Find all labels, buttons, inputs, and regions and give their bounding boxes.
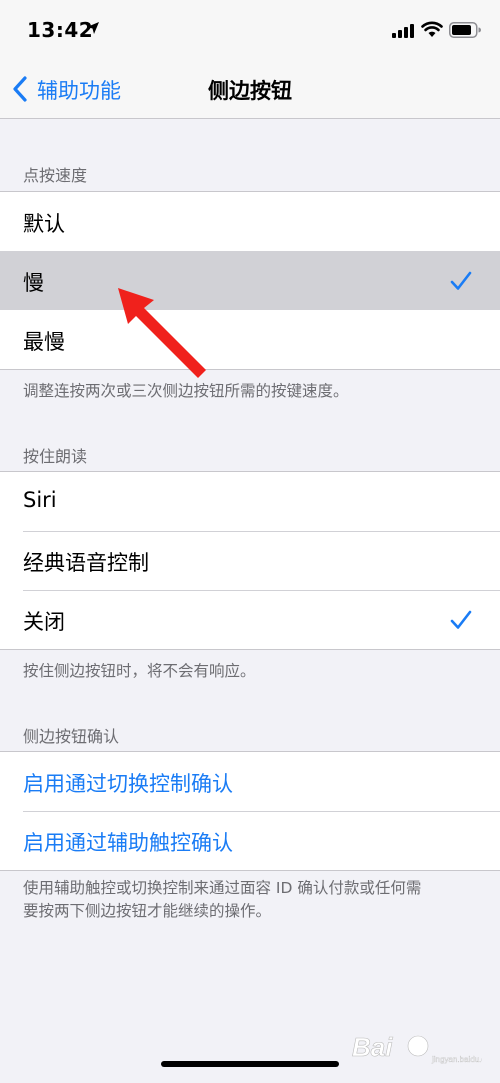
- option-label: 关闭: [23, 610, 65, 634]
- page-title: 侧边按钮: [208, 79, 292, 103]
- baidu-watermark-icon: Bai jingyan.baidu.com: [352, 1032, 482, 1064]
- option-classic-voice-control[interactable]: 经典语音控制: [0, 531, 500, 590]
- status-time: 13:42: [27, 18, 94, 42]
- press-hold-group: Siri 经典语音控制 关闭: [0, 471, 500, 650]
- checkmark-icon: [450, 271, 472, 290]
- navigation-bar: 辅助功能 侧边按钮: [0, 60, 500, 119]
- wifi-icon: [421, 21, 443, 37]
- option-default[interactable]: 默认: [0, 192, 500, 251]
- side-button-confirm-group: 启用通过切换控制确认 启用通过辅助触控确认: [0, 751, 500, 871]
- option-slow[interactable]: 慢: [0, 251, 500, 310]
- section-footer-press-hold: 按住侧边按钮时，将不会有响应。: [23, 662, 256, 680]
- tap-speed-group: 默认 慢 最慢: [0, 191, 500, 370]
- section-footer-side-button-confirm: 使用辅助触控或切换控制来通过面容 ID 确认付款或任何需 要按两下侧边按钮才能继…: [23, 877, 478, 923]
- option-label: 慢: [23, 271, 44, 295]
- home-indicator[interactable]: [161, 1061, 339, 1067]
- status-bar: 13:42: [0, 0, 500, 60]
- footer-line: 使用辅助触控或切换控制来通过面容 ID 确认付款或任何需: [23, 879, 422, 897]
- location-arrow-icon: [87, 22, 99, 34]
- option-label: 启用通过辅助触控确认: [23, 831, 233, 855]
- cellular-signal-icon: [392, 24, 414, 38]
- section-header-tap-speed: 点按速度: [23, 166, 88, 185]
- enable-assistive-touch-confirm-button[interactable]: 启用通过辅助触控确认: [0, 811, 500, 870]
- option-label: Siri: [23, 488, 57, 512]
- option-off[interactable]: 关闭: [0, 590, 500, 649]
- option-label: 最慢: [23, 330, 65, 354]
- section-footer-tap-speed: 调整连按两次或三次侧边按钮所需的按键速度。: [23, 382, 349, 400]
- section-header-press-hold: 按住朗读: [23, 447, 88, 466]
- red-arrow-annotation-icon: [118, 288, 206, 378]
- battery-icon: [449, 22, 481, 38]
- option-slowest[interactable]: 最慢: [0, 310, 500, 369]
- enable-switch-control-confirm-button[interactable]: 启用通过切换控制确认: [0, 752, 500, 811]
- footer-line: 要按两下侧边按钮才能继续的操作。: [23, 902, 272, 920]
- watermark-subtext: jingyan.baidu.com: [431, 1055, 482, 1064]
- checkmark-icon: [450, 610, 472, 629]
- option-label: 经典语音控制: [23, 551, 149, 575]
- option-label: 启用通过切换控制确认: [23, 772, 233, 796]
- section-header-side-button-confirm: 侧边按钮确认: [23, 727, 120, 746]
- option-siri[interactable]: Siri: [0, 472, 500, 531]
- watermark-text: Bai: [352, 1032, 393, 1062]
- option-label: 默认: [23, 212, 65, 236]
